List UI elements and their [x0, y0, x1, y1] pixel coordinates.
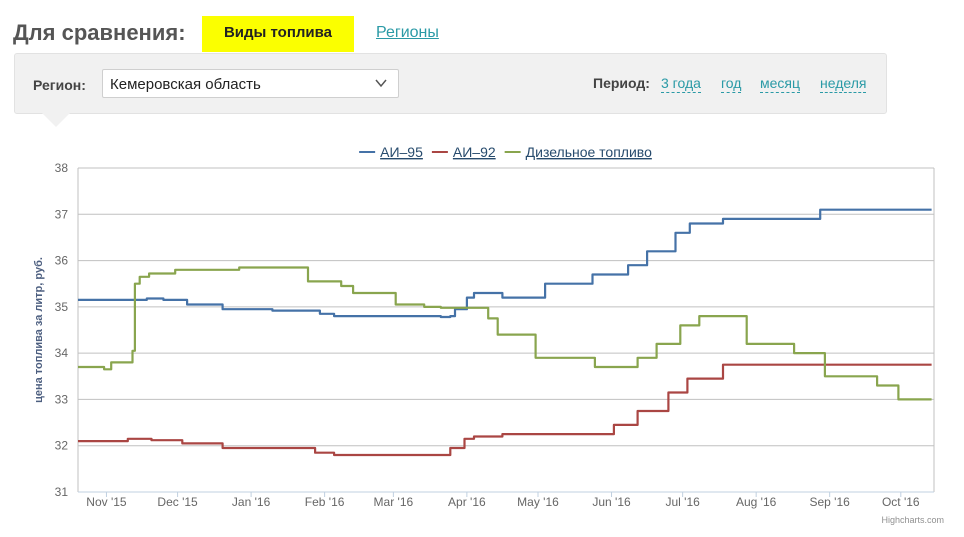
- y-tick-label: 32: [55, 439, 69, 453]
- y-tick-label: 36: [55, 254, 69, 268]
- x-tick-label: Nov '15: [86, 495, 127, 509]
- chevron-down-icon: [375, 79, 387, 88]
- period-year[interactable]: год: [721, 75, 742, 93]
- y-tick-label: 35: [55, 300, 69, 314]
- legend-label: АИ–92: [453, 144, 496, 160]
- period-label: Период:: [593, 75, 650, 91]
- tab-regions[interactable]: Регионы: [376, 24, 439, 42]
- tab-fuel-types[interactable]: Виды топлива: [202, 16, 354, 52]
- region-label: Регион:: [33, 77, 86, 93]
- series-line-0: [78, 208, 932, 319]
- x-tick-label: Dec '15: [157, 495, 198, 509]
- y-axis-title: цена топлива за литр, руб.: [33, 257, 45, 403]
- x-tick-label: Jul '16: [665, 495, 700, 509]
- y-tick-label: 33: [55, 392, 69, 406]
- y-tick-label: 37: [55, 207, 69, 221]
- y-tick-label: 34: [55, 346, 69, 360]
- x-tick-label: Oct '16: [882, 495, 920, 509]
- legend-item-1[interactable]: АИ–92: [431, 144, 496, 160]
- legend-label: Дизельное топливо: [526, 144, 652, 160]
- x-tick-label: Jun '16: [592, 495, 631, 509]
- x-tick-label: May '16: [517, 495, 559, 509]
- chart-series: [78, 208, 932, 457]
- x-tick-label: Mar '16: [374, 495, 414, 509]
- legend-item-0[interactable]: АИ–95: [359, 144, 423, 160]
- series-line-2: [78, 266, 932, 401]
- region-select-value: Кемеровская область: [110, 76, 261, 93]
- y-tick-label: 31: [55, 485, 69, 499]
- period-3-years[interactable]: 3 года: [661, 75, 701, 93]
- x-tick-label: Apr '16: [448, 495, 486, 509]
- y-tick-label: 38: [55, 161, 69, 175]
- panel-pointer: [41, 112, 71, 127]
- region-select[interactable]: Кемеровская область: [102, 69, 399, 98]
- legend-item-2[interactable]: Дизельное топливо: [504, 144, 652, 160]
- chart-grid: [77, 167, 935, 493]
- x-tick-label: Jan '16: [232, 495, 271, 509]
- compare-label: Для сравнения:: [13, 20, 186, 45]
- series-line-1: [78, 363, 932, 457]
- period-month[interactable]: месяц: [760, 75, 801, 93]
- chart-legend: АИ–95 АИ–92 Дизельное топливо: [359, 144, 652, 160]
- highcharts-credit[interactable]: Highcharts.com: [881, 515, 944, 525]
- filter-panel: Регион: Кемеровская область Период: 3 го…: [14, 53, 887, 114]
- x-tick-label: Aug '16: [736, 495, 777, 509]
- legend-label: АИ–95: [380, 144, 423, 160]
- chart-axes: 31 32 33 34 35 36 37 38 Nov '15 Dec '15 Jan '16 Feb…: [55, 161, 934, 509]
- x-tick-label: Sep '16: [810, 495, 851, 509]
- x-tick-label: Feb '16: [305, 495, 345, 509]
- period-week[interactable]: неделя: [820, 75, 867, 93]
